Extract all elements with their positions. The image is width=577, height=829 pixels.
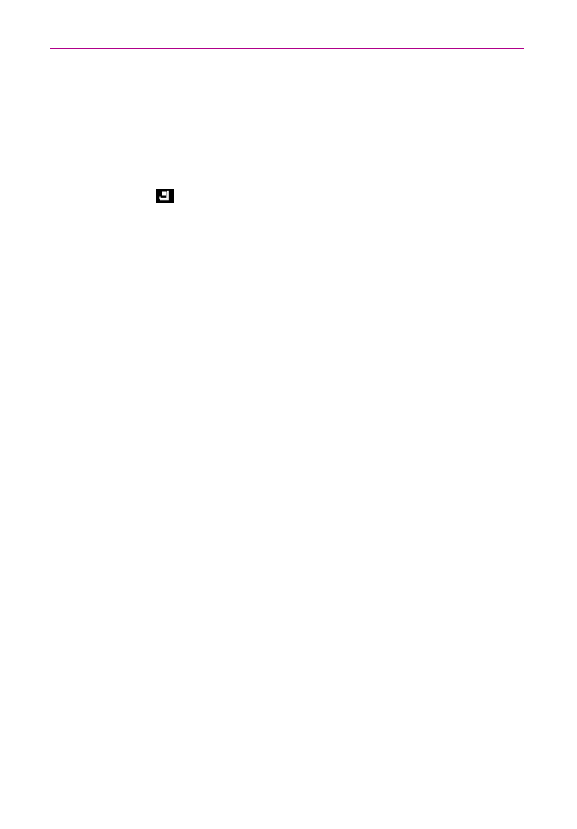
recent-apps-icon [156,189,174,203]
header-divider [50,48,524,49]
